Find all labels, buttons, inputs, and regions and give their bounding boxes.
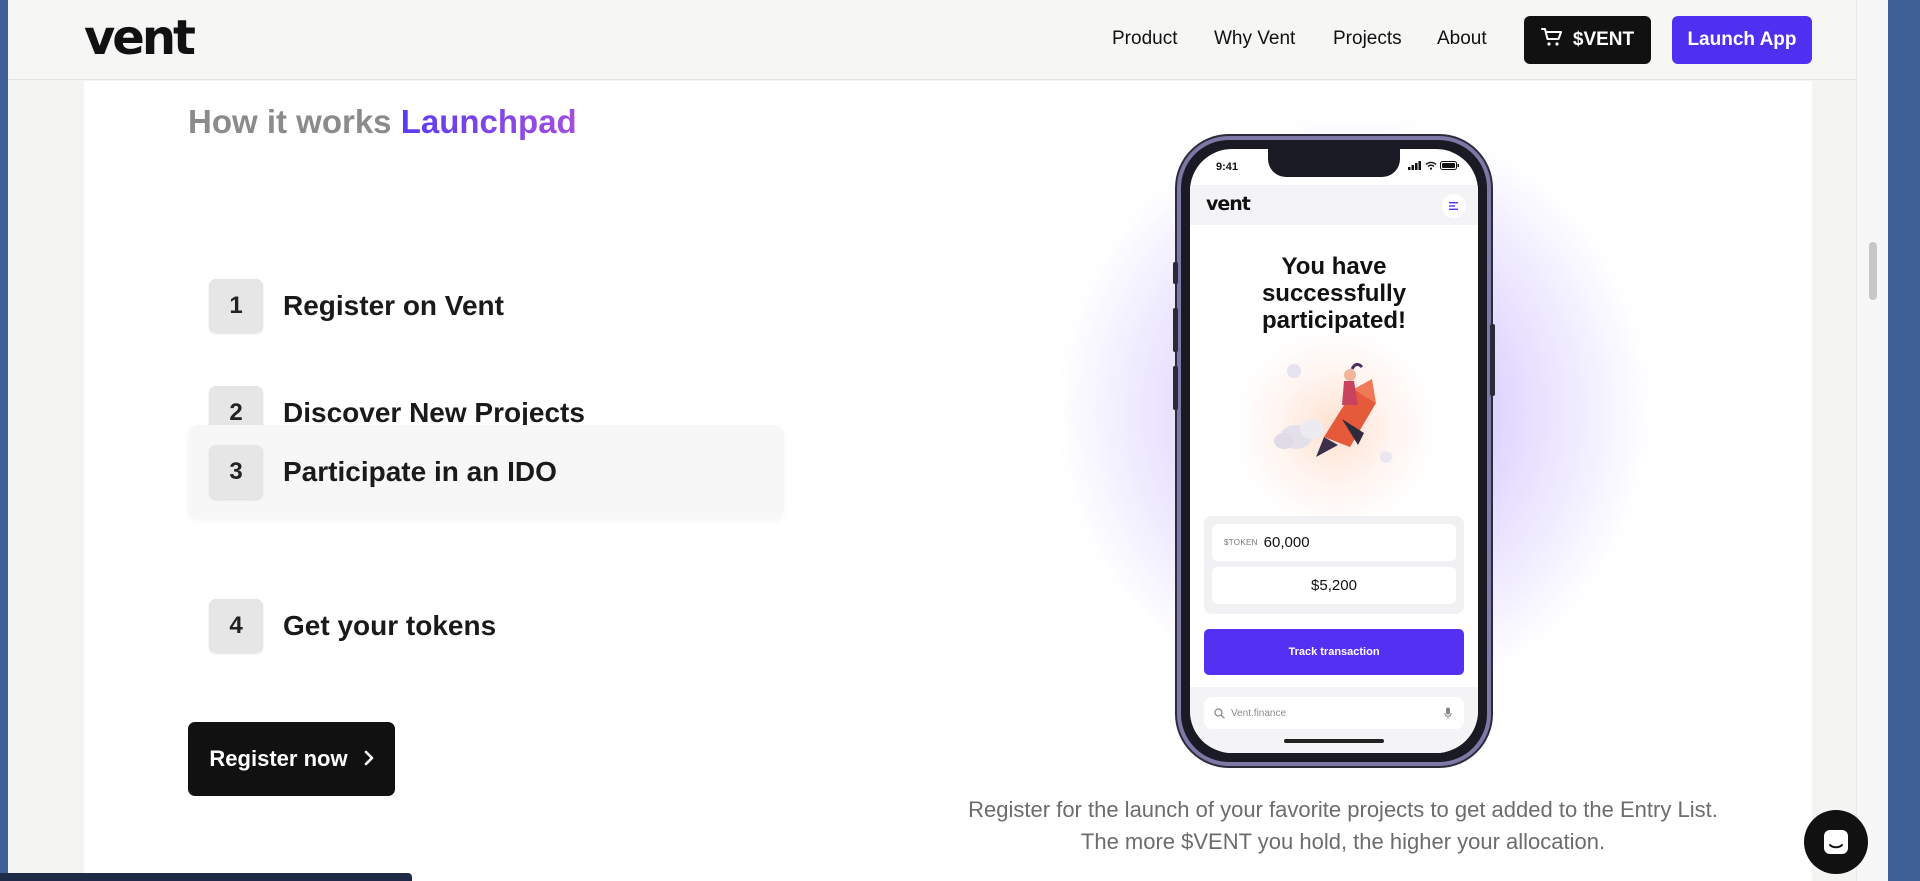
nav-projects[interactable]: Projects [1333, 28, 1402, 50]
mic-icon [1444, 707, 1452, 719]
scrollbar-thumb[interactable] [1869, 242, 1877, 300]
how-it-works-section: How it works Launchpad 1 Register on Ven… [84, 81, 1812, 881]
register-now-label: Register now [209, 746, 348, 771]
launch-app-button[interactable]: Launch App [1672, 16, 1812, 64]
vent-token-label: $VENT [1572, 29, 1635, 50]
top-navbar: vent Product Why Vent Projects About $VE… [8, 0, 1888, 80]
app-header: vent [1190, 185, 1478, 225]
cart-icon [1540, 27, 1563, 53]
token-tag: $TOKEN [1224, 538, 1258, 547]
status-time: 9:41 [1216, 161, 1239, 173]
rocket-illustration [1254, 349, 1414, 479]
phone-url-field: Vent.finance [1204, 697, 1464, 729]
vent-logo[interactable]: vent [84, 14, 196, 62]
nav-product[interactable]: Product [1112, 28, 1177, 50]
usd-amount-row: $5,200 [1212, 567, 1456, 604]
nav-why-vent[interactable]: Why Vent [1214, 28, 1295, 50]
token-amount: 60,000 [1263, 534, 1310, 551]
step-label: Get your tokens [283, 610, 497, 641]
menu-icon [1442, 194, 1466, 218]
step-label: Register on Vent [283, 290, 504, 321]
step-number: 4 [209, 599, 263, 653]
chevron-right-icon [364, 746, 374, 772]
success-title: You have successfully participated! [1261, 253, 1407, 334]
track-transaction-button: Track transaction [1204, 629, 1464, 675]
phone-browser-bar: Vent.finance [1190, 687, 1478, 753]
phone-screen: 9:41 vent You have successfully particip… [1190, 149, 1478, 753]
taskbar-strip [0, 873, 412, 881]
usd-amount: $5,200 [1311, 577, 1357, 594]
section-heading: How it works Launchpad [188, 103, 577, 141]
nav-about[interactable]: About [1437, 28, 1487, 50]
step-label: Participate in an IDO [283, 456, 557, 487]
home-indicator [1284, 739, 1384, 743]
page-scrollbar[interactable] [1856, 0, 1888, 881]
signal-icon [1408, 161, 1421, 170]
phone-side-button [1173, 366, 1178, 410]
browser-window: vent Product Why Vent Projects About $VE… [8, 0, 1888, 881]
token-amount-row: $TOKEN 60,000 [1212, 524, 1456, 561]
launchpad-caption: Register for the launch of your favorite… [968, 797, 1718, 854]
phone-side-button [1490, 324, 1495, 396]
battery-icon [1440, 161, 1459, 170]
phone-mockup: 9:41 vent You have successfully particip… [1173, 136, 1495, 766]
heading-accent: Launchpad [400, 103, 577, 140]
token-panel: $TOKEN 60,000 $5,200 [1204, 516, 1464, 614]
step-get-tokens[interactable]: 4 Get your tokens [188, 579, 784, 673]
status-icons [1408, 161, 1460, 170]
step-participate[interactable]: 3 Participate in an IDO [188, 425, 784, 519]
step-register[interactable]: 1 Register on Vent [188, 259, 784, 353]
wifi-icon [1425, 161, 1437, 170]
step-number: 3 [209, 445, 263, 499]
step-number: 1 [209, 279, 263, 333]
phone-side-button [1173, 308, 1178, 352]
vent-token-button[interactable]: $VENT [1524, 16, 1651, 64]
phone-url-text: Vent.finance [1231, 707, 1287, 719]
app-logo: vent [1206, 193, 1251, 215]
phone-notch [1268, 149, 1400, 177]
phone-side-button [1173, 262, 1178, 284]
chat-icon[interactable] [1804, 810, 1868, 874]
register-now-button[interactable]: Register now [188, 722, 395, 796]
search-icon [1214, 707, 1225, 719]
heading-prefix: How it works [188, 103, 392, 140]
